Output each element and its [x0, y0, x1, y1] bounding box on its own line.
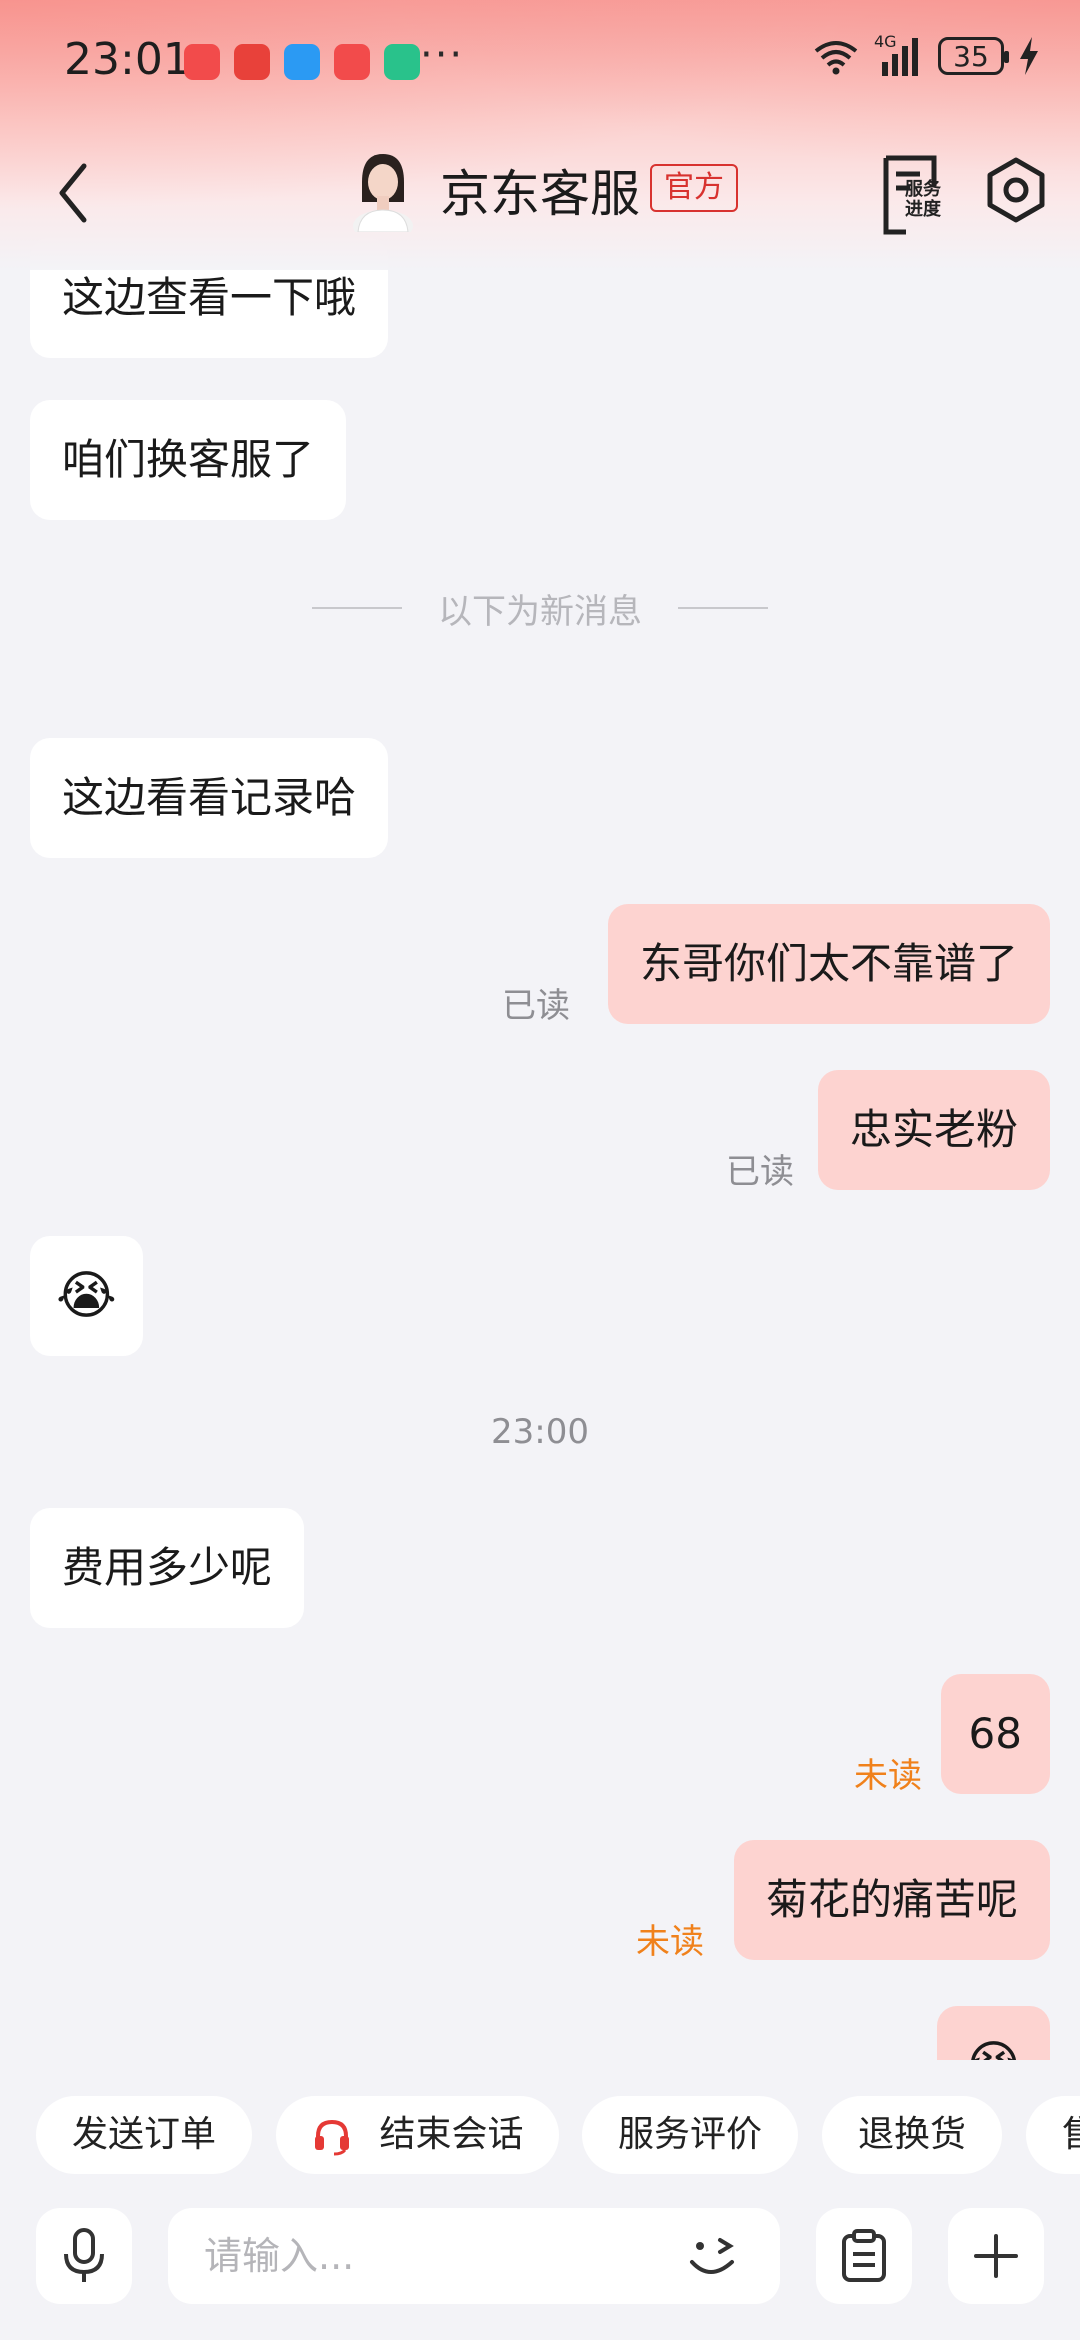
chip-label: 售 [1062, 2114, 1080, 2155]
send-order-chip[interactable]: 发送订单 [36, 2096, 253, 2174]
charging-bolt-icon [1020, 37, 1038, 75]
incoming-emoji-bubble[interactable]: 😭 [30, 1236, 143, 1356]
agent-avatar [353, 154, 413, 232]
read-status: 已读 [502, 986, 570, 1026]
network-type-label: 4G [874, 32, 897, 51]
message-list[interactable]: 这边查看一下哦 咱们换客服了 以下为新消息 这边看看记录哈 东哥你们太不靠谱了 … [0, 0, 1080, 2060]
service-rating-chip[interactable]: 服务评价 [582, 2096, 799, 2174]
incoming-message-bubble[interactable]: 咱们换客服了 [30, 400, 347, 520]
unread-status: 未读 [854, 1756, 922, 1796]
end-session-chip[interactable]: 结束会话 [276, 2096, 560, 2174]
official-badge: 官方 [650, 164, 738, 212]
huawei-appgallery-icon [184, 44, 220, 80]
chip-label: 发送订单 [72, 2114, 217, 2155]
service-progress-label-line2: 进度 [905, 199, 941, 220]
jd-618-icon [234, 44, 270, 80]
service-progress-label[interactable]: 服务 进度 [905, 180, 941, 220]
chip-label: 结束会话 [379, 2114, 524, 2155]
clipboard-button[interactable] [816, 2208, 912, 2304]
service-progress-label-line1: 服务 [905, 179, 941, 200]
return-exchange-chip[interactable]: 退换货 [822, 2096, 1003, 2174]
timestamp-separator: 23:00 [491, 1412, 589, 1452]
after-sales-chip[interactable]: 售 [1026, 2096, 1080, 2174]
messages-icon [284, 44, 320, 80]
composer-bar [0, 2200, 1080, 2340]
battery-level: 35 [953, 39, 989, 73]
more-actions-button[interactable] [948, 2208, 1044, 2304]
notification-icons [184, 44, 420, 80]
quick-actions-bar: 发送订单 结束会话 服务评价 退换货 售 [0, 2060, 1080, 2200]
divider-line [312, 607, 402, 609]
settings-gear-icon[interactable] [980, 154, 1052, 226]
new-messages-divider: 以下为新消息 [0, 584, 1080, 633]
status-indicators: 4G 35 [812, 32, 1040, 76]
emoji-button[interactable] [680, 2224, 746, 2290]
wifi-icon [814, 41, 858, 75]
cellular-signal-icon: 4G [874, 32, 924, 76]
outgoing-message-bubble[interactable]: 菊花的痛苦呢 [733, 1840, 1050, 1960]
voice-input-button[interactable] [36, 2208, 132, 2304]
outgoing-message-bubble[interactable]: 忠实老粉 [817, 1070, 1050, 1190]
clipboard-icon [842, 2229, 886, 2282]
chip-label: 服务评价 [618, 2114, 763, 2155]
battery-icon: 35 [938, 37, 1009, 75]
unread-status: 未读 [636, 1922, 704, 1962]
outgoing-emoji-bubble[interactable]: 😭 [937, 2006, 1050, 2060]
more-notifications-icon: ··· [420, 32, 465, 78]
security-shield-icon [384, 44, 420, 80]
chat-screen: 这边查看一下哦 咱们换客服了 以下为新消息 这边看看记录哈 东哥你们太不靠谱了 … [0, 0, 1080, 2340]
incoming-message-bubble[interactable]: 费用多少呢 [30, 1508, 305, 1628]
chat-header: 京东客服 官方 服务 进度 [0, 140, 1080, 250]
status-time: 23:01 [64, 34, 191, 85]
outgoing-message-bubble[interactable]: 东哥你们太不靠谱了 [607, 904, 1050, 1024]
back-button[interactable] [48, 158, 108, 228]
new-messages-label: 以下为新消息 [438, 592, 642, 632]
chat-title: 京东客服 [440, 165, 640, 223]
huawei-store-icon [334, 44, 370, 80]
incoming-message-bubble[interactable]: 这边看看记录哈 [30, 738, 389, 858]
read-status: 已读 [726, 1152, 794, 1192]
outgoing-message-bubble[interactable]: 68 [940, 1674, 1050, 1794]
microphone-icon [64, 2228, 104, 2282]
chip-label: 退换货 [858, 2114, 967, 2155]
plus-icon [974, 2234, 1018, 2278]
headset-icon [315, 2119, 349, 2156]
status-bar: 23:01 ··· 4G 35 [0, 0, 1080, 120]
divider-line [678, 607, 768, 609]
